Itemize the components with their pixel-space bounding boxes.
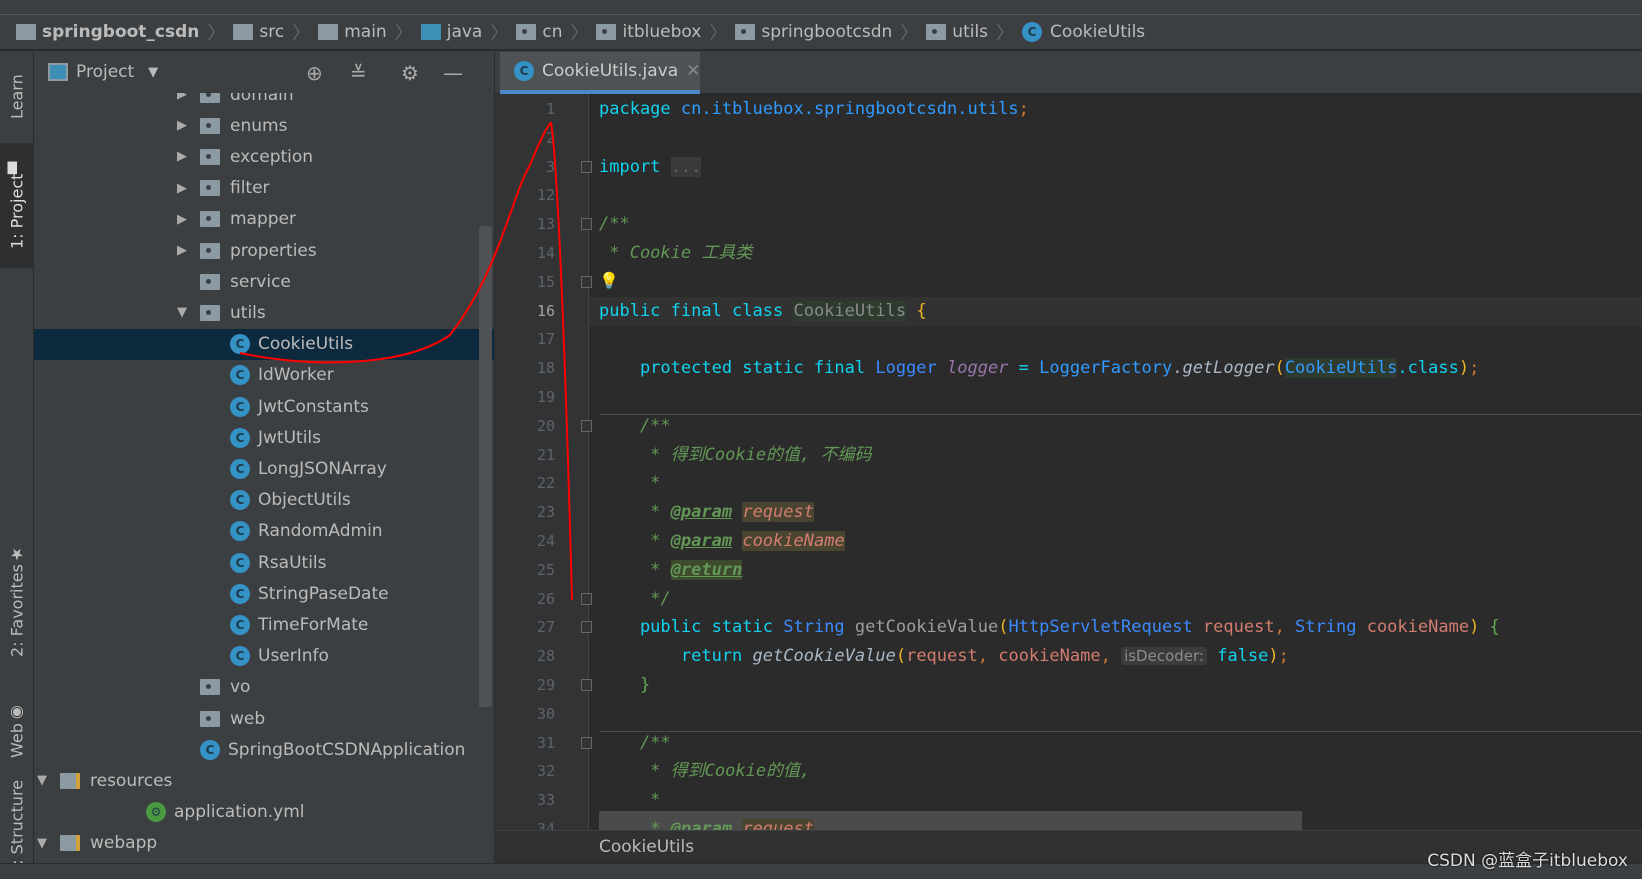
annotation-stroke [239, 121, 573, 601]
status-bar [0, 863, 1642, 879]
red-annotation-drawing [239, 121, 573, 601]
watermark: CSDN @蓝盒子itbluebox [1427, 851, 1628, 871]
